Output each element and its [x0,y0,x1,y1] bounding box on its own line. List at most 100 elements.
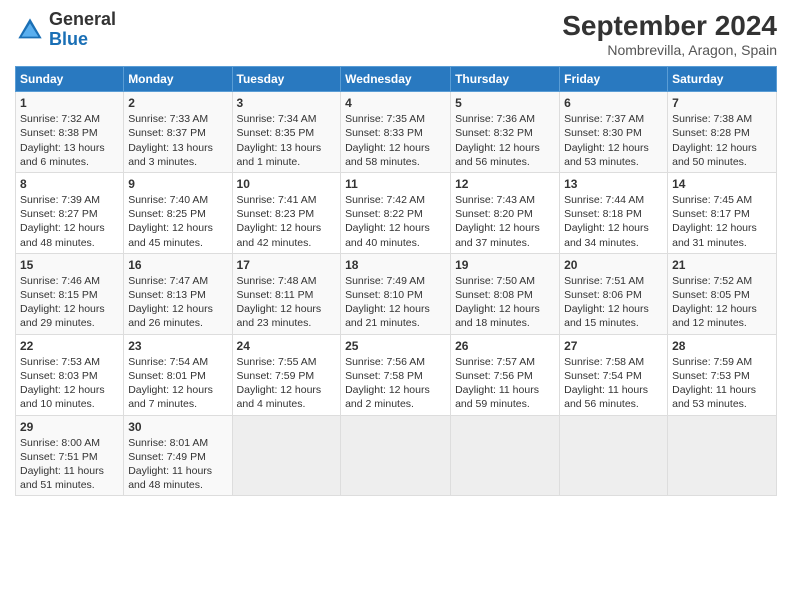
calendar-cell [668,415,777,496]
calendar-cell: 29Sunrise: 8:00 AMSunset: 7:51 PMDayligh… [16,415,124,496]
cell-line: Sunrise: 7:46 AM [20,274,119,288]
cell-line: Sunrise: 7:41 AM [237,193,337,207]
cell-line: and 48 minutes. [20,236,119,250]
cell-line: Sunrise: 7:43 AM [455,193,555,207]
cell-line: and 21 minutes. [345,316,446,330]
cell-line: Sunrise: 7:52 AM [672,274,772,288]
calendar-cell: 28Sunrise: 7:59 AMSunset: 7:53 PMDayligh… [668,334,777,415]
cell-line: Daylight: 11 hours [128,464,227,478]
calendar-cell: 24Sunrise: 7:55 AMSunset: 7:59 PMDayligh… [232,334,341,415]
cell-line: and 7 minutes. [128,397,227,411]
title-block: September 2024 Nombrevilla, Aragon, Spai… [562,10,777,58]
calendar-cell: 9Sunrise: 7:40 AMSunset: 8:25 PMDaylight… [124,172,232,253]
cell-line: Sunrise: 8:00 AM [20,436,119,450]
cell-line: Sunrise: 8:01 AM [128,436,227,450]
cell-line: Daylight: 12 hours [20,302,119,316]
day-number: 30 [128,419,227,435]
day-number: 10 [237,176,337,192]
cell-line: Sunset: 7:56 PM [455,369,555,383]
day-number: 29 [20,419,119,435]
calendar-cell: 17Sunrise: 7:48 AMSunset: 8:11 PMDayligh… [232,253,341,334]
calendar-cell: 12Sunrise: 7:43 AMSunset: 8:20 PMDayligh… [451,172,560,253]
calendar-header: SundayMondayTuesdayWednesdayThursdayFrid… [16,67,777,92]
calendar-cell: 22Sunrise: 7:53 AMSunset: 8:03 PMDayligh… [16,334,124,415]
logo-general: General [49,9,116,29]
cell-line: Daylight: 12 hours [345,141,446,155]
logo-blue: Blue [49,29,88,49]
cell-line: and 3 minutes. [128,155,227,169]
logo-text: General Blue [49,10,116,50]
cell-line: Sunset: 8:15 PM [20,288,119,302]
cell-line: Sunrise: 7:55 AM [237,355,337,369]
cell-line: and 12 minutes. [672,316,772,330]
column-header-monday: Monday [124,67,232,92]
cell-line: Sunrise: 7:50 AM [455,274,555,288]
column-header-saturday: Saturday [668,67,777,92]
cell-line: Sunset: 8:13 PM [128,288,227,302]
cell-line: Sunset: 7:59 PM [237,369,337,383]
cell-line: Daylight: 12 hours [345,383,446,397]
cell-line: Sunset: 8:20 PM [455,207,555,221]
cell-line: Sunrise: 7:37 AM [564,112,663,126]
cell-line: and 50 minutes. [672,155,772,169]
cell-line: Sunset: 8:23 PM [237,207,337,221]
calendar-cell: 19Sunrise: 7:50 AMSunset: 8:08 PMDayligh… [451,253,560,334]
day-number: 19 [455,257,555,273]
cell-line: Daylight: 12 hours [672,141,772,155]
cell-line: Sunset: 8:38 PM [20,126,119,140]
calendar-cell: 25Sunrise: 7:56 AMSunset: 7:58 PMDayligh… [341,334,451,415]
cell-line: Sunset: 8:22 PM [345,207,446,221]
cell-line: Sunset: 7:49 PM [128,450,227,464]
cell-line: Daylight: 12 hours [455,221,555,235]
calendar-row-4: 29Sunrise: 8:00 AMSunset: 7:51 PMDayligh… [16,415,777,496]
cell-line: and 48 minutes. [128,478,227,492]
calendar-cell: 8Sunrise: 7:39 AMSunset: 8:27 PMDaylight… [16,172,124,253]
cell-line: Sunrise: 7:36 AM [455,112,555,126]
cell-line: Daylight: 12 hours [564,221,663,235]
day-number: 4 [345,95,446,111]
header: General Blue September 2024 Nombrevilla,… [15,10,777,58]
column-header-tuesday: Tuesday [232,67,341,92]
calendar-cell: 18Sunrise: 7:49 AMSunset: 8:10 PMDayligh… [341,253,451,334]
cell-line: Sunrise: 7:35 AM [345,112,446,126]
cell-line: Daylight: 13 hours [20,141,119,155]
cell-line: Daylight: 12 hours [237,221,337,235]
cell-line: Daylight: 12 hours [672,221,772,235]
cell-line: Daylight: 12 hours [237,302,337,316]
calendar-cell: 14Sunrise: 7:45 AMSunset: 8:17 PMDayligh… [668,172,777,253]
calendar-table: SundayMondayTuesdayWednesdayThursdayFrid… [15,66,777,496]
logo: General Blue [15,10,116,50]
cell-line: Sunset: 8:37 PM [128,126,227,140]
cell-line: Sunset: 8:25 PM [128,207,227,221]
cell-line: Sunset: 8:01 PM [128,369,227,383]
calendar-cell [341,415,451,496]
cell-line: and 4 minutes. [237,397,337,411]
calendar-cell: 21Sunrise: 7:52 AMSunset: 8:05 PMDayligh… [668,253,777,334]
cell-line: Sunrise: 7:59 AM [672,355,772,369]
calendar-cell: 16Sunrise: 7:47 AMSunset: 8:13 PMDayligh… [124,253,232,334]
day-number: 6 [564,95,663,111]
cell-line: Daylight: 12 hours [20,221,119,235]
calendar-cell: 4Sunrise: 7:35 AMSunset: 8:33 PMDaylight… [341,92,451,173]
cell-line: and 18 minutes. [455,316,555,330]
cell-line: Daylight: 11 hours [672,383,772,397]
cell-line: and 6 minutes. [20,155,119,169]
cell-line: Daylight: 12 hours [564,141,663,155]
day-number: 21 [672,257,772,273]
cell-line: Sunrise: 7:53 AM [20,355,119,369]
cell-line: Sunrise: 7:40 AM [128,193,227,207]
cell-line: Daylight: 12 hours [455,141,555,155]
calendar-cell: 1Sunrise: 7:32 AMSunset: 8:38 PMDaylight… [16,92,124,173]
cell-line: and 56 minutes. [564,397,663,411]
cell-line: and 53 minutes. [564,155,663,169]
calendar-cell: 27Sunrise: 7:58 AMSunset: 7:54 PMDayligh… [560,334,668,415]
cell-line: and 59 minutes. [455,397,555,411]
logo-icon [15,15,45,45]
cell-line: Sunset: 8:35 PM [237,126,337,140]
calendar-cell: 13Sunrise: 7:44 AMSunset: 8:18 PMDayligh… [560,172,668,253]
cell-line: Sunrise: 7:48 AM [237,274,337,288]
day-number: 24 [237,338,337,354]
cell-line: Sunrise: 7:54 AM [128,355,227,369]
day-number: 28 [672,338,772,354]
page-container: General Blue September 2024 Nombrevilla,… [0,0,792,506]
